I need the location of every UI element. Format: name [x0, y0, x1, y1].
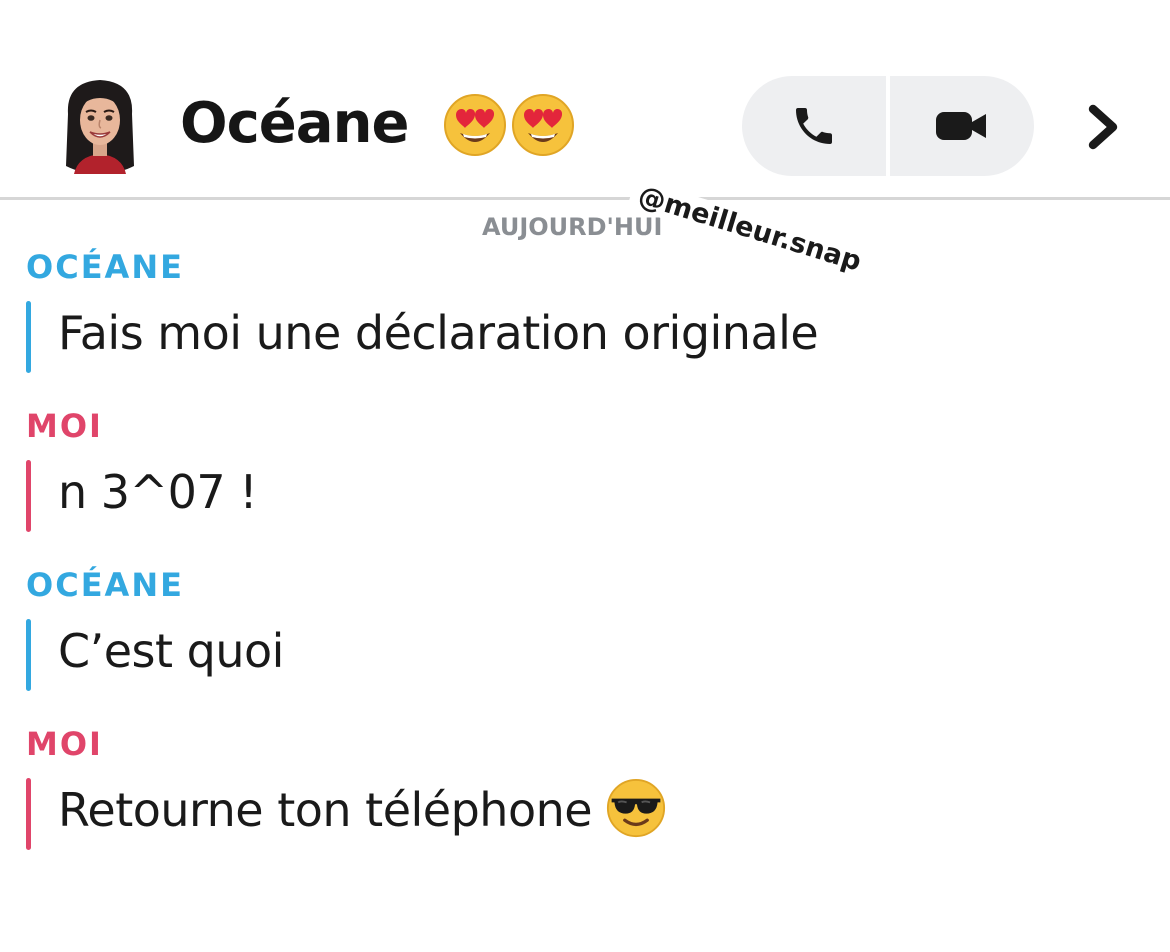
message-bubble[interactable]: Retourne ton téléphone: [26, 778, 1126, 850]
sender-label: MOI: [26, 725, 103, 763]
sender-label: OCÉANE: [26, 248, 184, 286]
avatar[interactable]: [58, 74, 142, 178]
message-text: Retourne ton téléphone: [58, 783, 593, 837]
message-text: Fais moi une déclaration originale: [58, 306, 819, 360]
voice-call-button[interactable]: [742, 76, 886, 176]
message-group: MOI n 3^07 !: [26, 406, 1126, 532]
heart-eyes-emoji-icon: [512, 94, 574, 156]
sender-label: OCÉANE: [26, 566, 184, 604]
heart-eyes-emoji-icon: [444, 94, 506, 156]
call-button-group: [742, 76, 1034, 176]
chevron-right-icon: [1088, 104, 1118, 150]
sender-label: MOI: [26, 407, 103, 445]
chat-header: Océane: [0, 0, 1170, 200]
name-emoji-row: [443, 93, 575, 157]
sender-color-bar: [26, 619, 31, 691]
more-button[interactable]: [1070, 94, 1136, 160]
bitmoji-avatar-icon: [66, 80, 134, 174]
phone-icon: [796, 108, 832, 144]
message-bubble[interactable]: n 3^07 !: [26, 460, 1126, 532]
message-bubble[interactable]: C’est quoi: [26, 619, 1126, 691]
sunglasses-emoji-icon: [606, 778, 666, 842]
message-group: OCÉANE C’est quoi: [26, 565, 1126, 691]
header-divider: [0, 197, 1170, 200]
message-bubble[interactable]: Fais moi une déclaration originale: [26, 301, 1126, 373]
message-text: n 3^07 !: [58, 465, 258, 519]
date-separator: AUJOURD'HUI: [482, 213, 663, 241]
message-group: OCÉANE Fais moi une déclaration original…: [26, 247, 1126, 373]
contact-name[interactable]: Océane: [180, 88, 409, 160]
video-camera-icon: [936, 112, 986, 140]
message-group: MOI Retourne ton téléphone: [26, 724, 1126, 850]
message-text: C’est quoi: [58, 624, 284, 678]
sender-color-bar: [26, 778, 31, 850]
sender-color-bar: [26, 301, 31, 373]
video-call-button[interactable]: [890, 76, 1034, 176]
sender-color-bar: [26, 460, 31, 532]
